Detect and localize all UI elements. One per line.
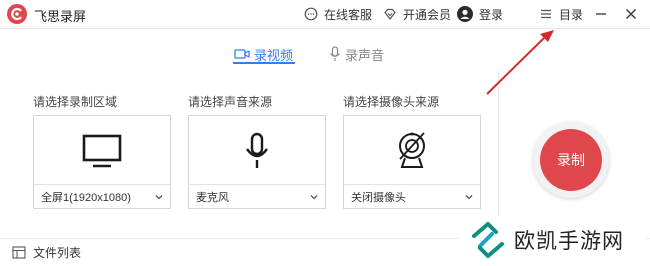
microphone-icon: [246, 132, 268, 168]
chevron-down-icon: [310, 194, 318, 199]
menu-button[interactable]: 目录: [539, 0, 583, 28]
online-service-label: 在线客服: [324, 7, 373, 22]
region-selector[interactable]: 全屏1(1920x1080): [33, 115, 171, 209]
file-list-icon: [12, 246, 26, 259]
region-value: 全屏1(1920x1080): [41, 191, 131, 204]
microphone-icon: [330, 46, 340, 61]
region-dropdown[interactable]: 全屏1(1920x1080): [34, 184, 170, 208]
audio-selector[interactable]: 麦克风: [188, 115, 326, 209]
tab-record-video-label: 录视频: [254, 47, 294, 63]
camera-selector[interactable]: 关闭摄像头: [343, 115, 481, 209]
webcam-off-icon: [399, 132, 425, 168]
diamond-icon: [384, 8, 396, 20]
region-section-label: 请选择录制区域: [33, 95, 118, 109]
title-bar: 飞思录屏 在线客服 开通会员 登录 目录: [0, 0, 650, 29]
online-service-button[interactable]: 在线客服: [304, 0, 372, 28]
record-button[interactable]: 录制: [540, 129, 602, 191]
chevron-down-icon: [465, 194, 473, 199]
file-list-label: 文件列表: [33, 246, 82, 260]
login-label: 登录: [479, 7, 504, 22]
app-title: 飞思录屏: [34, 9, 87, 24]
camera-preview: [344, 116, 480, 186]
app-logo-icon: [7, 4, 27, 24]
menu-lines-icon: [541, 9, 551, 19]
video-camera-icon: [234, 49, 250, 59]
monitor-icon: [82, 134, 122, 168]
app-window: 飞思录屏 在线客服 开通会员 登录 目录 录视频 录声音 请选择录制区域 请选择…: [0, 0, 650, 265]
vip-label: 开通会员: [403, 7, 452, 22]
minimize-icon: [596, 13, 606, 15]
region-preview: [34, 116, 170, 186]
audio-section-label: 请选择声音来源: [188, 95, 273, 109]
close-button[interactable]: [618, 0, 644, 28]
mode-tabs: 录视频 录声音: [0, 36, 650, 66]
login-button[interactable]: 登录: [457, 0, 503, 28]
file-list-button[interactable]: 文件列表: [12, 244, 81, 261]
camera-section-label: 请选择摄像头来源: [343, 95, 440, 109]
camera-dropdown[interactable]: 关闭摄像头: [344, 184, 480, 208]
watermark-logo-icon: [472, 222, 504, 258]
tab-record-audio-label: 录声音: [345, 47, 385, 63]
vip-button[interactable]: 开通会员: [383, 0, 451, 28]
record-button-ring: 录制: [533, 122, 609, 198]
active-tab-indicator: [233, 62, 295, 64]
user-avatar-icon: [457, 6, 473, 22]
audio-dropdown[interactable]: 麦克风: [189, 184, 325, 208]
minimize-button[interactable]: [588, 0, 614, 28]
menu-label: 目录: [559, 7, 584, 22]
tab-record-audio[interactable]: 录声音: [329, 43, 384, 65]
audio-preview: [189, 116, 325, 186]
audio-value: 麦克风: [196, 191, 229, 204]
watermark-text: 欧凯手游网: [514, 230, 624, 253]
watermark: 欧凯手游网: [460, 216, 646, 264]
camera-value: 关闭摄像头: [351, 191, 406, 204]
close-icon: [626, 9, 636, 19]
chevron-down-icon: [155, 194, 163, 199]
chat-bubble-icon: [304, 7, 318, 21]
